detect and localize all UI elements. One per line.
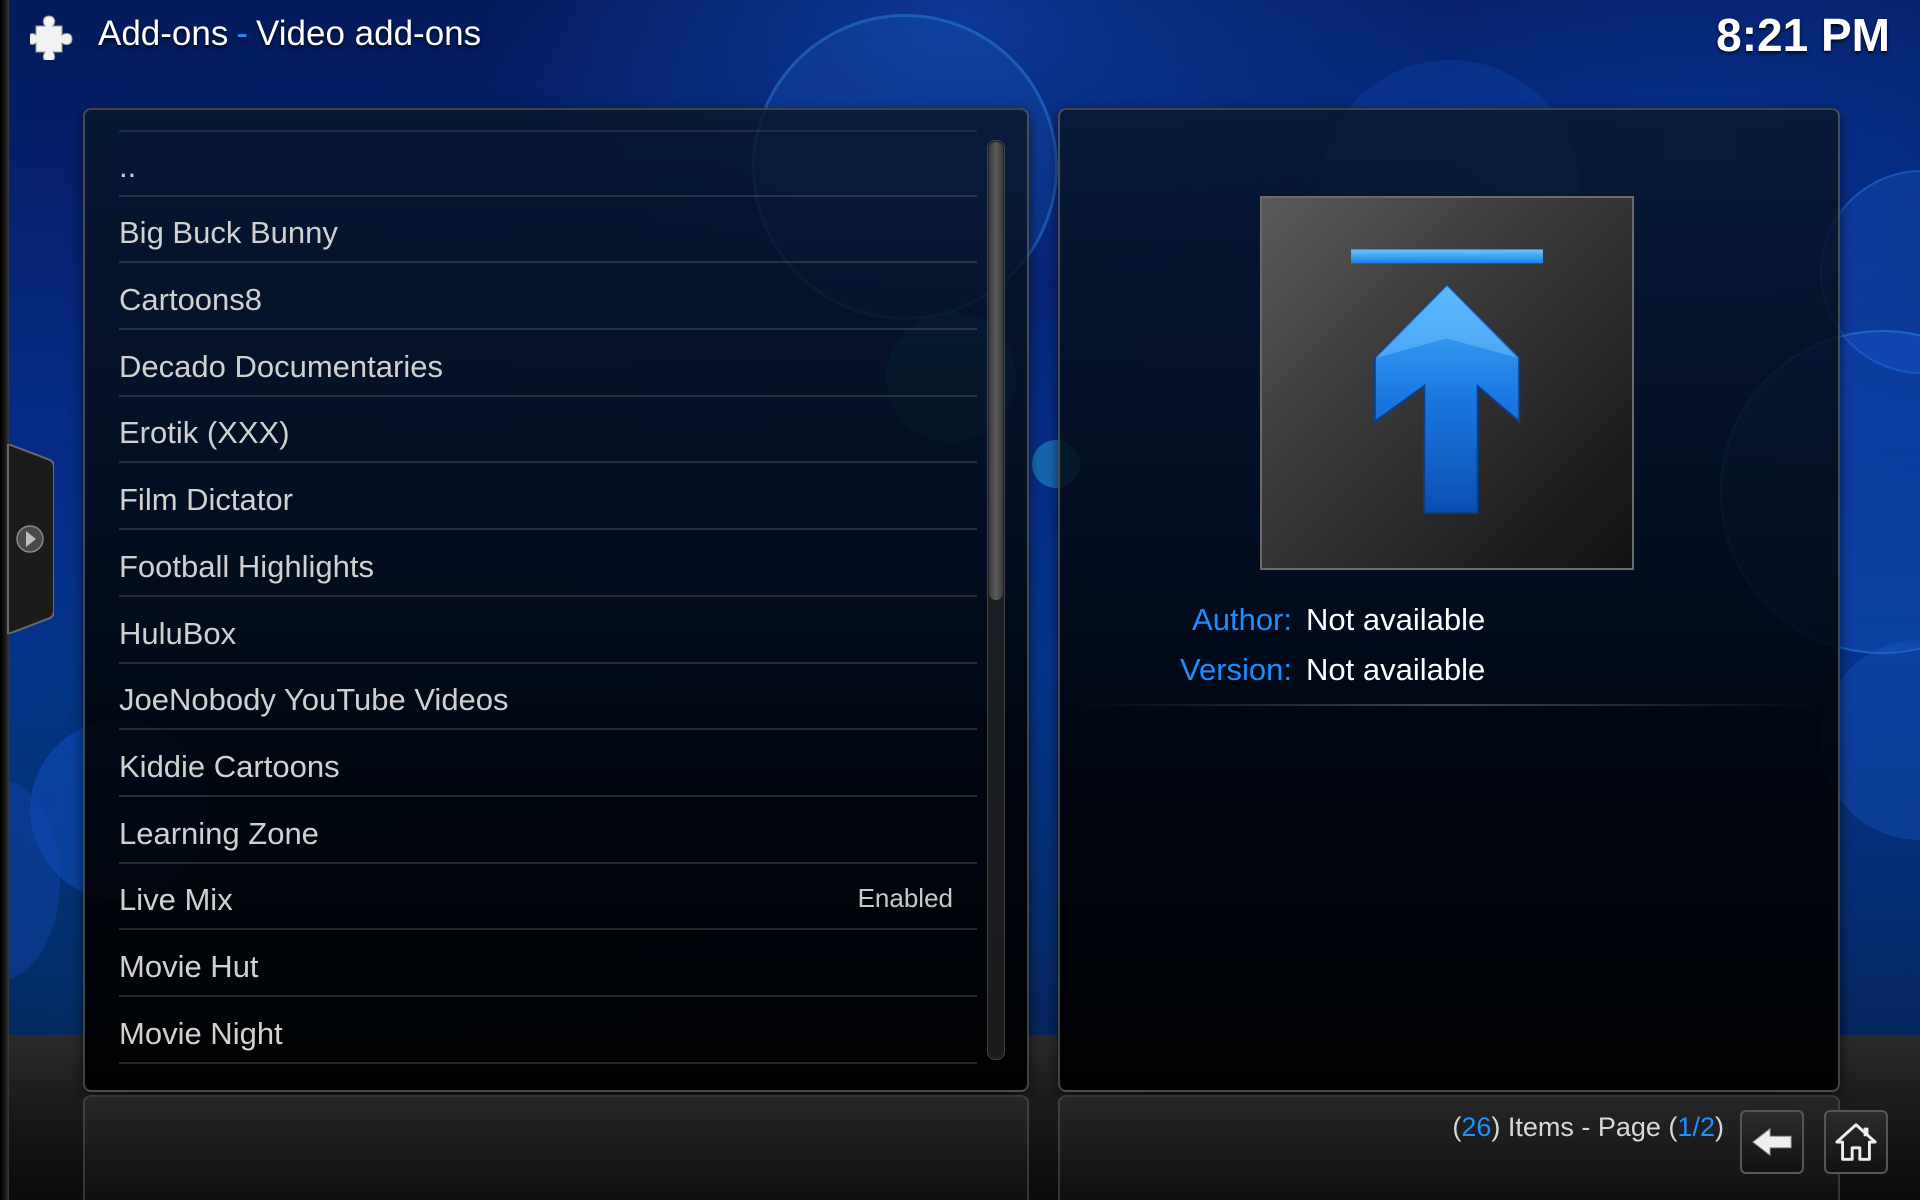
page-title: Add-ons - Video add-ons bbox=[98, 14, 481, 54]
list-item[interactable]: Big Buck Bunny bbox=[119, 197, 977, 264]
puzzle-piece-icon bbox=[30, 15, 73, 60]
list-item[interactable]: Erotik (XXX) bbox=[119, 397, 977, 464]
list-item[interactable]: .. bbox=[119, 130, 977, 197]
version-value: Not available bbox=[1306, 652, 1486, 687]
list-item[interactable]: Movie Night bbox=[119, 997, 977, 1064]
list-item[interactable]: Movie Hut bbox=[119, 930, 977, 997]
title-section: Add-ons bbox=[98, 14, 229, 53]
list-item-label: Erotik (XXX) bbox=[119, 415, 290, 451]
footer-left-panel bbox=[83, 1095, 1029, 1200]
title-subsection: Video add-ons bbox=[256, 14, 482, 53]
list-item[interactable]: Football Highlights bbox=[119, 530, 977, 597]
author-value: Not available bbox=[1306, 602, 1486, 637]
clock: 8:21 PM bbox=[1716, 9, 1890, 61]
home-icon bbox=[1835, 1123, 1877, 1161]
version-row: Version: Not available bbox=[1060, 652, 1838, 696]
list-item-label: Kiddie Cartoons bbox=[119, 748, 340, 784]
addon-thumbnail bbox=[1260, 196, 1634, 570]
author-row: Author: Not available bbox=[1060, 602, 1838, 646]
list-item-label: Decado Documentaries bbox=[119, 348, 443, 384]
list-item-status: Enabled bbox=[857, 883, 953, 914]
header: Add-ons - Video add-ons 8:21 PM bbox=[0, 0, 1920, 70]
addon-list-panel: .. Big Buck Bunny Cartoons8 Decado Document… bbox=[83, 108, 1029, 1092]
list-item[interactable]: Kiddie Cartoons bbox=[119, 730, 977, 797]
total-pages: 2 bbox=[1699, 1112, 1715, 1142]
list-scrollbar-thumb[interactable] bbox=[989, 142, 1003, 600]
list-item-label: Movie Hut bbox=[119, 948, 259, 984]
list-item-label: Live Mix bbox=[119, 882, 233, 918]
list-item-label: Big Buck Bunny bbox=[119, 215, 338, 251]
addon-details-panel: Author: Not available Version: Not avail… bbox=[1058, 108, 1840, 1092]
bg-bokeh bbox=[0, 780, 60, 980]
list-item[interactable]: Film Dictator bbox=[119, 463, 977, 531]
version-label: Version: bbox=[1179, 652, 1292, 687]
list-item[interactable]: HuluBox bbox=[119, 597, 977, 664]
footer-right-panel bbox=[1058, 1095, 1840, 1200]
home-button[interactable] bbox=[1824, 1110, 1888, 1174]
list-item-label: HuluBox bbox=[119, 615, 237, 651]
page-info-text: ) Items - Page ( bbox=[1491, 1112, 1678, 1142]
title-separator: - bbox=[236, 14, 249, 53]
page-info: (26) Items - Page (1/2) bbox=[1452, 1112, 1724, 1143]
list-item-label: Movie Night bbox=[119, 1015, 283, 1051]
list-item[interactable]: Live Mix Enabled bbox=[119, 864, 977, 931]
list-item[interactable]: Cartoons8 bbox=[119, 263, 977, 331]
list-item-label: .. bbox=[119, 148, 137, 184]
list-item[interactable]: Learning Zone bbox=[119, 797, 977, 864]
list-item[interactable]: JoeNobody YouTube Videos bbox=[119, 664, 977, 731]
list-item[interactable]: Decado Documentaries bbox=[119, 330, 977, 397]
kodi-screen: Add-ons - Video add-ons 8:21 PM .. Big Buck… bbox=[0, 0, 1920, 1200]
author-label: Author: bbox=[1192, 602, 1292, 637]
page-info-paren: ( bbox=[1452, 1112, 1462, 1142]
page-info-paren: ) bbox=[1715, 1112, 1724, 1142]
list-item-label: Cartoons8 bbox=[119, 282, 263, 318]
back-arrow-icon bbox=[1752, 1127, 1792, 1157]
side-menu-tab[interactable] bbox=[6, 444, 54, 634]
page-separator: / bbox=[1692, 1112, 1700, 1142]
list-item-label: Learning Zone bbox=[119, 815, 319, 851]
item-count: 26 bbox=[1461, 1112, 1492, 1142]
addon-list: .. Big Buck Bunny Cartoons8 Decado Document… bbox=[119, 130, 977, 1064]
list-item-label: Football Highlights bbox=[119, 548, 375, 584]
current-page: 1 bbox=[1677, 1112, 1693, 1142]
list-scrollbar[interactable] bbox=[987, 140, 1005, 1060]
details-divider bbox=[1080, 704, 1818, 706]
list-item-label: Film Dictator bbox=[119, 482, 293, 518]
parent-folder-up-arrow-icon bbox=[1351, 249, 1543, 514]
list-item-label: JoeNobody YouTube Videos bbox=[119, 682, 509, 718]
back-button[interactable] bbox=[1740, 1110, 1804, 1174]
